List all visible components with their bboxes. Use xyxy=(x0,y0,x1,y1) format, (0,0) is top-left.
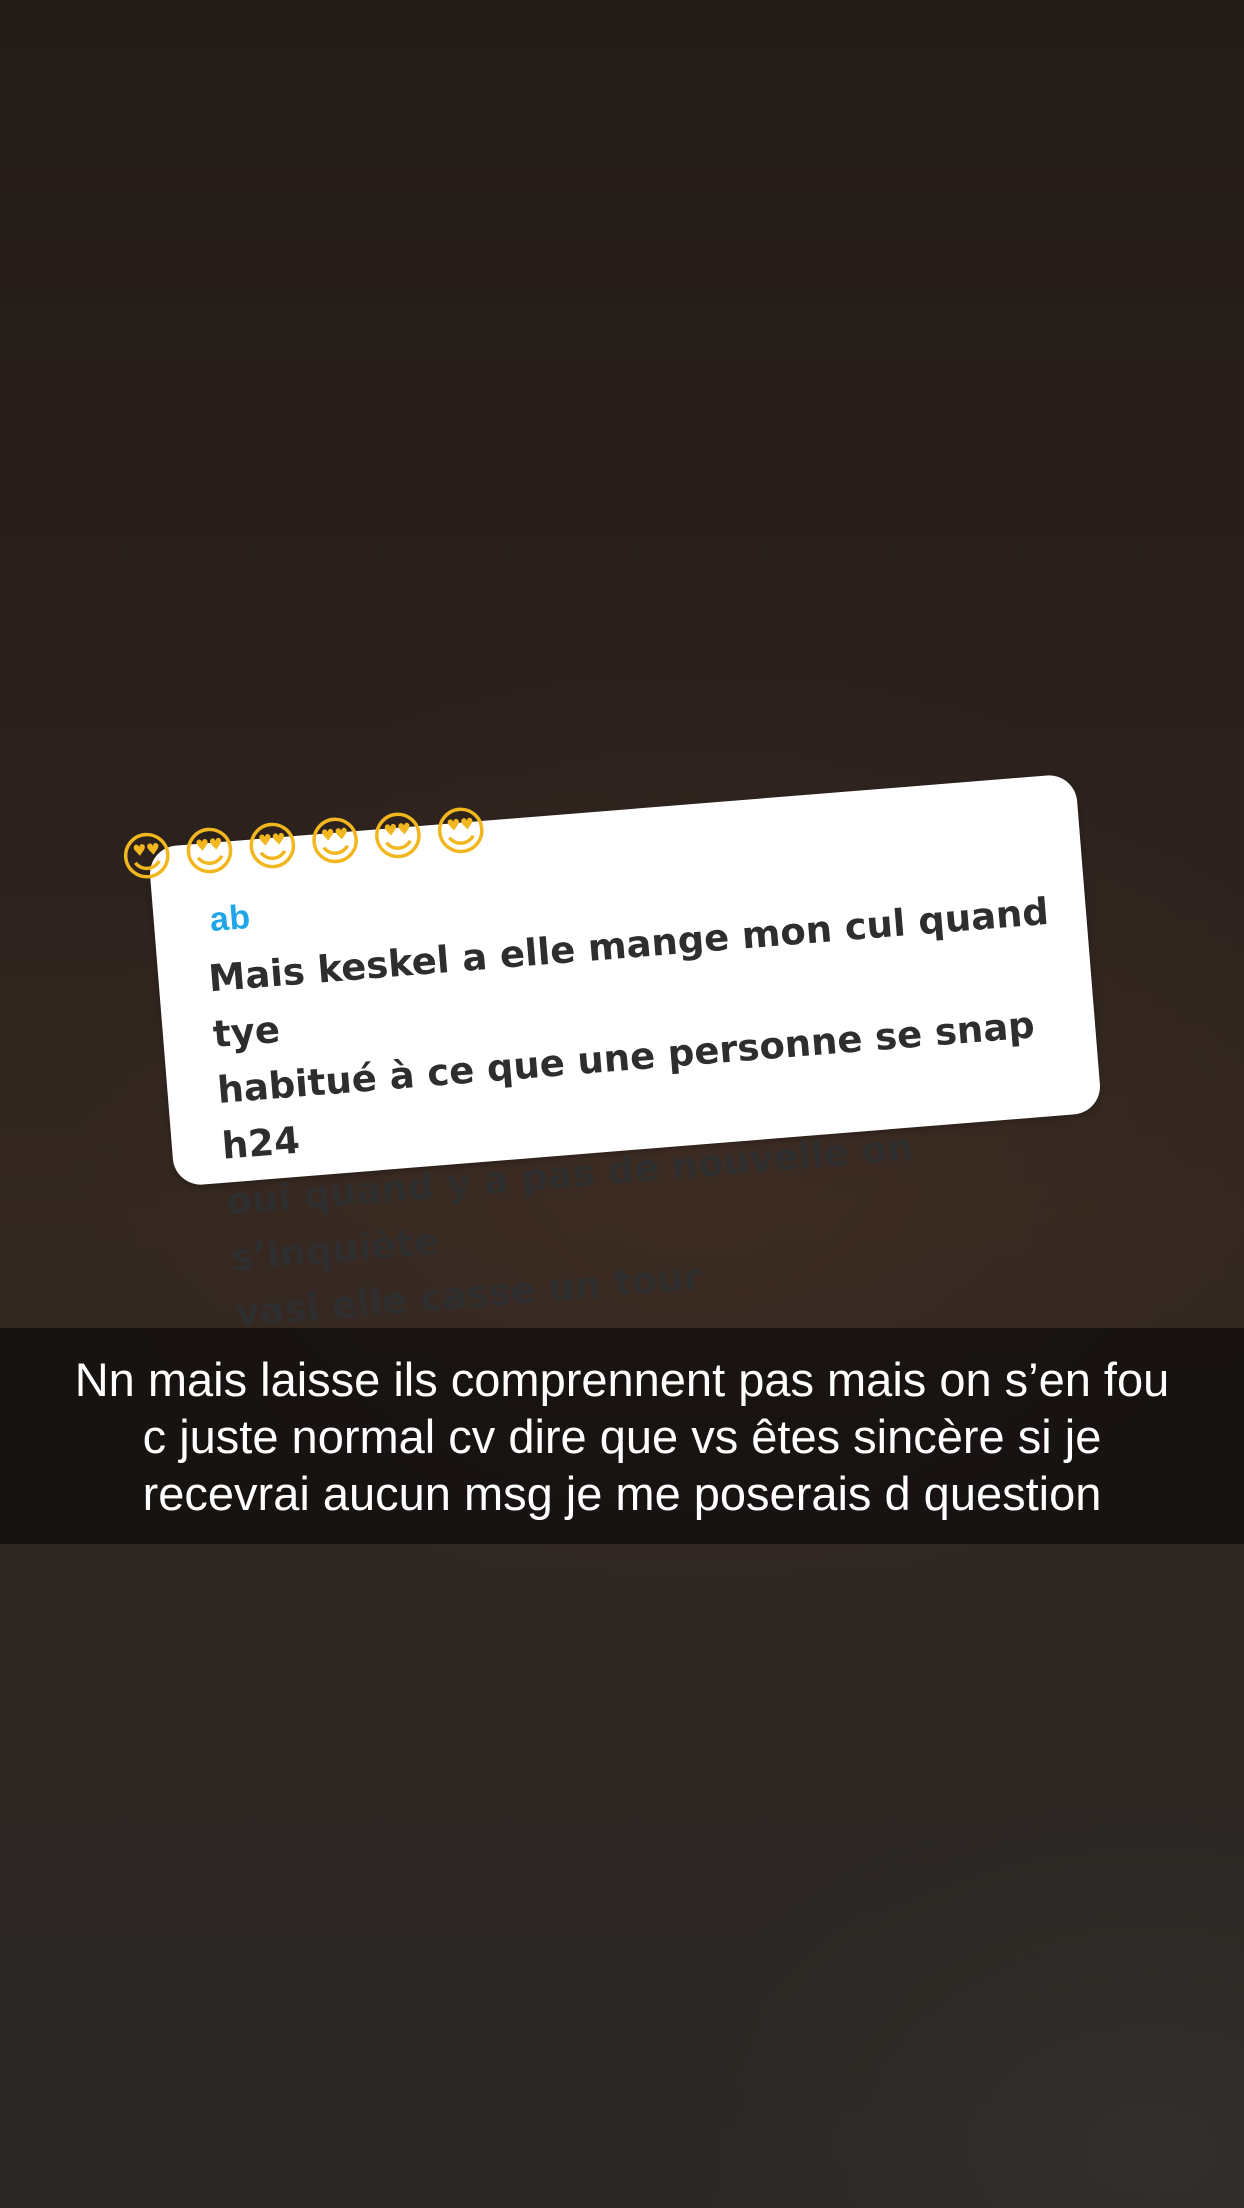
heart-eyes-emoji-icon: 😍 xyxy=(305,810,365,875)
caption-bar[interactable]: Nn mais laisse ils comprennent pas mais … xyxy=(0,1328,1244,1544)
heart-eyes-emoji-icon: 😍 xyxy=(117,825,177,890)
reply-card-message: Mais keskel a elle mange mon cul quand t… xyxy=(206,889,1051,1336)
heart-eyes-emoji-icon: 😍 xyxy=(180,820,240,885)
heart-eyes-emoji-icon: 😍 xyxy=(431,800,491,865)
heart-eyes-emoji-icon: 😍 xyxy=(368,805,428,870)
story-background: ab Mais keskel a elle mange mon cul quan… xyxy=(0,0,1244,2208)
reply-card-name: ab xyxy=(208,897,252,940)
heart-eyes-emoji-icon: 😍 xyxy=(243,815,302,880)
caption-text: Nn mais laisse ils comprennent pas mais … xyxy=(74,1352,1170,1520)
